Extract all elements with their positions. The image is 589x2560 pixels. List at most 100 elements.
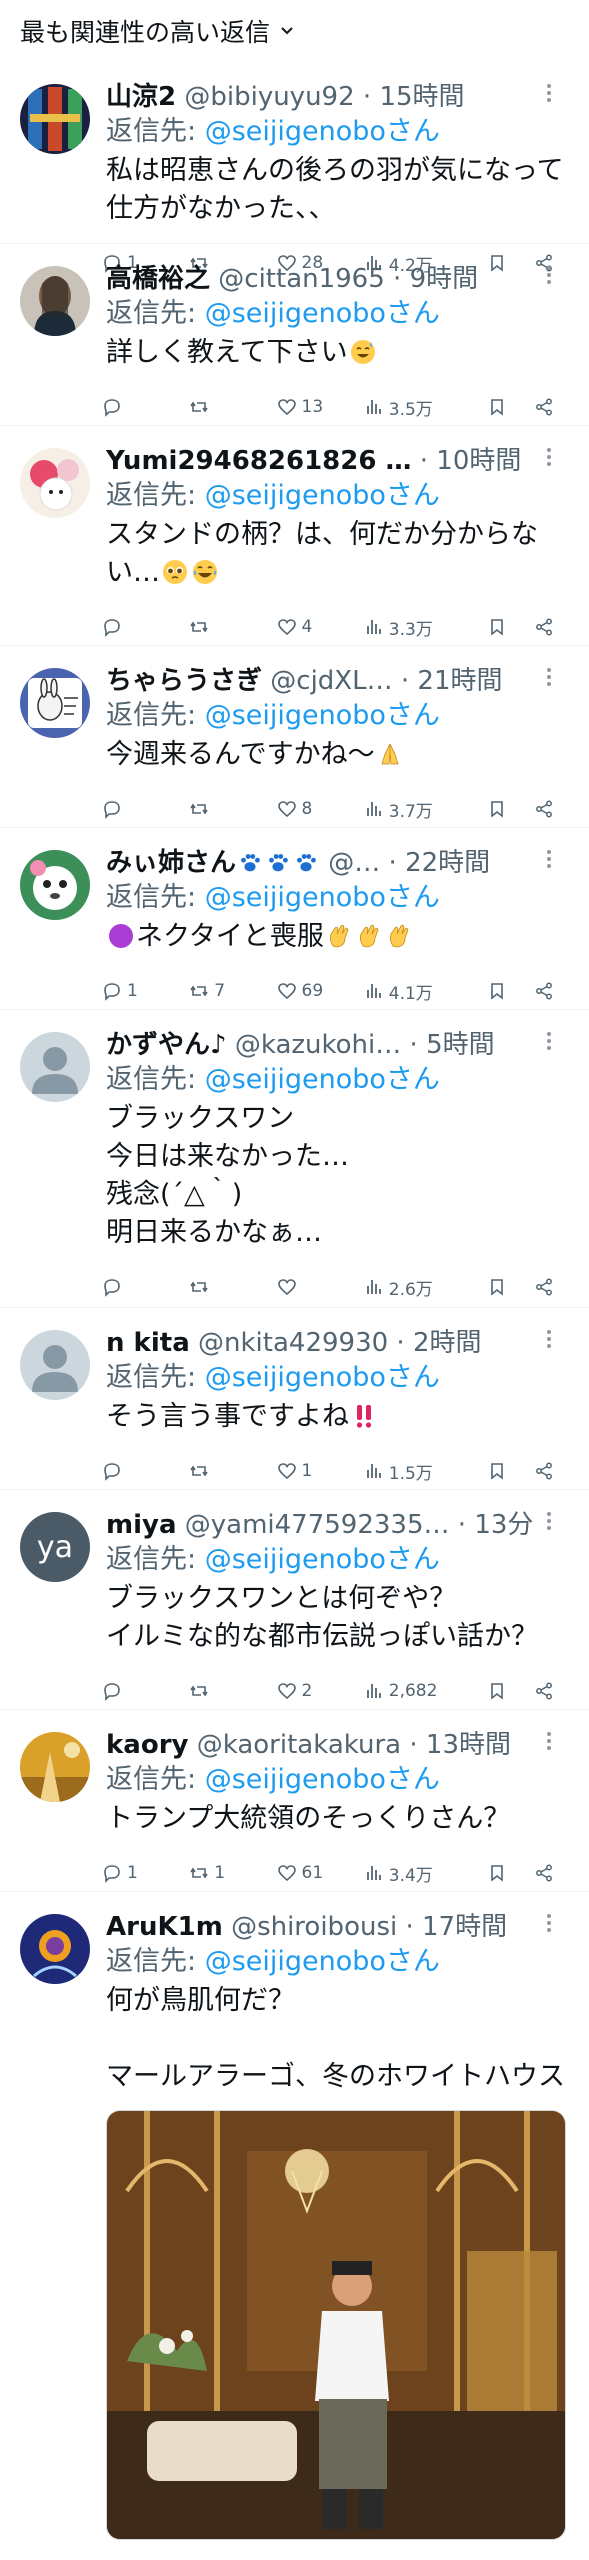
display-name[interactable]: AruK1m xyxy=(106,1912,223,1942)
bookmark-button[interactable] xyxy=(487,1461,512,1481)
avatar[interactable] xyxy=(20,1330,90,1400)
share-button[interactable] xyxy=(534,799,559,819)
retweet-button[interactable] xyxy=(189,617,249,637)
more-options-icon[interactable] xyxy=(539,1028,559,1054)
reply-button[interactable] xyxy=(102,1681,162,1701)
more-options-icon[interactable] xyxy=(539,1326,559,1352)
timestamp[interactable]: 17時間 xyxy=(422,1912,507,1942)
timestamp[interactable]: 15時間 xyxy=(379,82,464,112)
share-button[interactable] xyxy=(534,1461,559,1481)
more-options-icon[interactable] xyxy=(539,1910,559,1936)
retweet-button[interactable] xyxy=(189,1461,249,1481)
bookmark-button[interactable] xyxy=(487,1863,512,1883)
share-button[interactable] xyxy=(534,1277,559,1297)
reply-to-handle[interactable]: @seijigenoboさん xyxy=(205,1362,440,1393)
timestamp[interactable]: 2時間 xyxy=(413,1328,482,1358)
reply-item[interactable]: かずやん♪ @kazukohi… · 5時間 返信先: @seijigenobo… xyxy=(0,1010,589,1308)
views-button[interactable]: 3.3万 xyxy=(364,615,460,640)
like-button[interactable]: 61 xyxy=(277,1863,337,1883)
bookmark-button[interactable] xyxy=(487,1681,512,1701)
more-options-icon[interactable] xyxy=(539,1728,559,1754)
like-button[interactable]: 8 xyxy=(277,799,337,819)
avatar[interactable] xyxy=(20,266,90,336)
display-name[interactable]: miya xyxy=(106,1510,177,1540)
retweet-button[interactable]: 7 xyxy=(189,981,249,1001)
user-handle[interactable]: @yami477592335… xyxy=(185,1510,450,1540)
reply-button[interactable]: 1 xyxy=(102,1863,162,1883)
timestamp[interactable]: 10時間 xyxy=(436,446,521,476)
reply-button[interactable] xyxy=(102,397,162,417)
retweet-button[interactable] xyxy=(189,397,249,417)
avatar[interactable] xyxy=(20,1032,90,1102)
user-handle[interactable]: @cjdXL… xyxy=(270,666,392,696)
avatar[interactable] xyxy=(20,1914,90,1984)
reply-item[interactable]: ya miya @yami477592335… · 13分 返信先: @seij… xyxy=(0,1490,589,1710)
retweet-button[interactable] xyxy=(189,1277,249,1297)
like-button[interactable]: 1 xyxy=(277,1461,337,1481)
reply-item[interactable]: 高橋裕之 @cittan1965 · 9時間 返信先: @seijigenobo… xyxy=(0,244,589,426)
more-options-icon[interactable] xyxy=(539,80,559,106)
display-name[interactable]: かずやん♪ xyxy=(106,1030,227,1060)
reply-item[interactable]: Yumi29468261826 … · 10時間 返信先: @seijigeno… xyxy=(0,426,589,646)
bookmark-button[interactable] xyxy=(487,1277,512,1297)
views-button[interactable]: 3.5万 xyxy=(364,395,460,420)
more-options-icon[interactable] xyxy=(539,664,559,690)
views-button[interactable]: 3.7万 xyxy=(364,797,460,822)
display-name[interactable]: 山涼2 xyxy=(106,82,176,112)
like-button[interactable]: 69 xyxy=(277,981,337,1001)
reply-item[interactable]: 山涼2 @bibiyuyu92 · 15時間 返信先: @seijigenobo… xyxy=(0,62,589,276)
like-button[interactable]: 4 xyxy=(277,617,337,637)
views-button[interactable]: 4.1万 xyxy=(364,979,460,1004)
reply-to-handle[interactable]: @seijigenoboさん xyxy=(205,116,440,147)
reply-button[interactable] xyxy=(102,799,162,819)
timestamp[interactable]: 13分 xyxy=(474,1510,533,1540)
reply-to-handle[interactable]: @seijigenoboさん xyxy=(205,1946,440,1977)
views-button[interactable]: 2,682 xyxy=(364,1681,460,1701)
retweet-button[interactable] xyxy=(189,799,249,819)
user-handle[interactable]: @nkita429930 xyxy=(198,1328,388,1358)
avatar[interactable] xyxy=(20,850,90,920)
display-name[interactable]: n kita xyxy=(106,1328,190,1358)
user-handle[interactable]: @shiroibousi xyxy=(231,1912,397,1942)
bookmark-button[interactable] xyxy=(487,397,512,417)
more-options-icon[interactable] xyxy=(539,444,559,470)
bookmark-button[interactable] xyxy=(487,617,512,637)
retweet-button[interactable] xyxy=(189,1681,249,1701)
like-button[interactable]: 2 xyxy=(277,1681,337,1701)
reply-button[interactable] xyxy=(102,1277,162,1297)
bookmark-button[interactable] xyxy=(487,981,512,1001)
avatar[interactable] xyxy=(20,84,90,154)
reply-item[interactable]: kaory @kaoritakakura · 13時間 返信先: @seijig… xyxy=(0,1710,589,1892)
timestamp[interactable]: 22時間 xyxy=(405,848,490,878)
timestamp[interactable]: 13時間 xyxy=(426,1730,511,1760)
views-button[interactable]: 1.5万 xyxy=(364,1459,460,1484)
display-name[interactable]: 高橋裕之 xyxy=(106,264,210,294)
share-button[interactable] xyxy=(534,617,559,637)
display-name[interactable]: ちゃらうさぎ xyxy=(106,666,262,696)
timestamp[interactable]: 5時間 xyxy=(426,1030,495,1060)
display-name[interactable]: みぃ姉さん xyxy=(106,848,236,878)
reply-item[interactable]: みぃ姉さん @… · 22時間 返信先: @seijigenoboさん ネクタイ… xyxy=(0,828,589,1010)
sort-header[interactable]: 最も関連性の高い返信 xyxy=(0,0,589,62)
reply-to-handle[interactable]: @seijigenoboさん xyxy=(205,1544,440,1575)
avatar[interactable] xyxy=(20,448,90,518)
user-handle[interactable]: @… xyxy=(328,848,380,878)
more-options-icon[interactable] xyxy=(539,846,559,872)
more-options-icon[interactable] xyxy=(539,1508,559,1534)
like-button[interactable]: 13 xyxy=(277,397,337,417)
timestamp[interactable]: 21時間 xyxy=(417,666,502,696)
reply-to-handle[interactable]: @seijigenoboさん xyxy=(205,1064,440,1095)
reply-button[interactable]: 1 xyxy=(102,981,162,1001)
reply-item[interactable]: ちゃらうさぎ @cjdXL… · 21時間 返信先: @seijigenoboさ… xyxy=(0,646,589,828)
reply-button[interactable] xyxy=(102,1461,162,1481)
avatar[interactable] xyxy=(20,668,90,738)
timestamp[interactable]: 9時間 xyxy=(410,264,479,294)
reply-to-handle[interactable]: @seijigenoboさん xyxy=(205,700,440,731)
reply-to-handle[interactable]: @seijigenoboさん xyxy=(205,480,440,511)
reply-item[interactable]: n kita @nkita429930 · 2時間 返信先: @seijigen… xyxy=(0,1308,589,1490)
user-handle[interactable]: @kazukohi… xyxy=(235,1030,401,1060)
like-button[interactable] xyxy=(277,1277,337,1297)
attached-photo[interactable] xyxy=(106,2110,566,2540)
display-name[interactable]: kaory xyxy=(106,1730,188,1760)
reply-to-handle[interactable]: @seijigenoboさん xyxy=(205,298,440,329)
